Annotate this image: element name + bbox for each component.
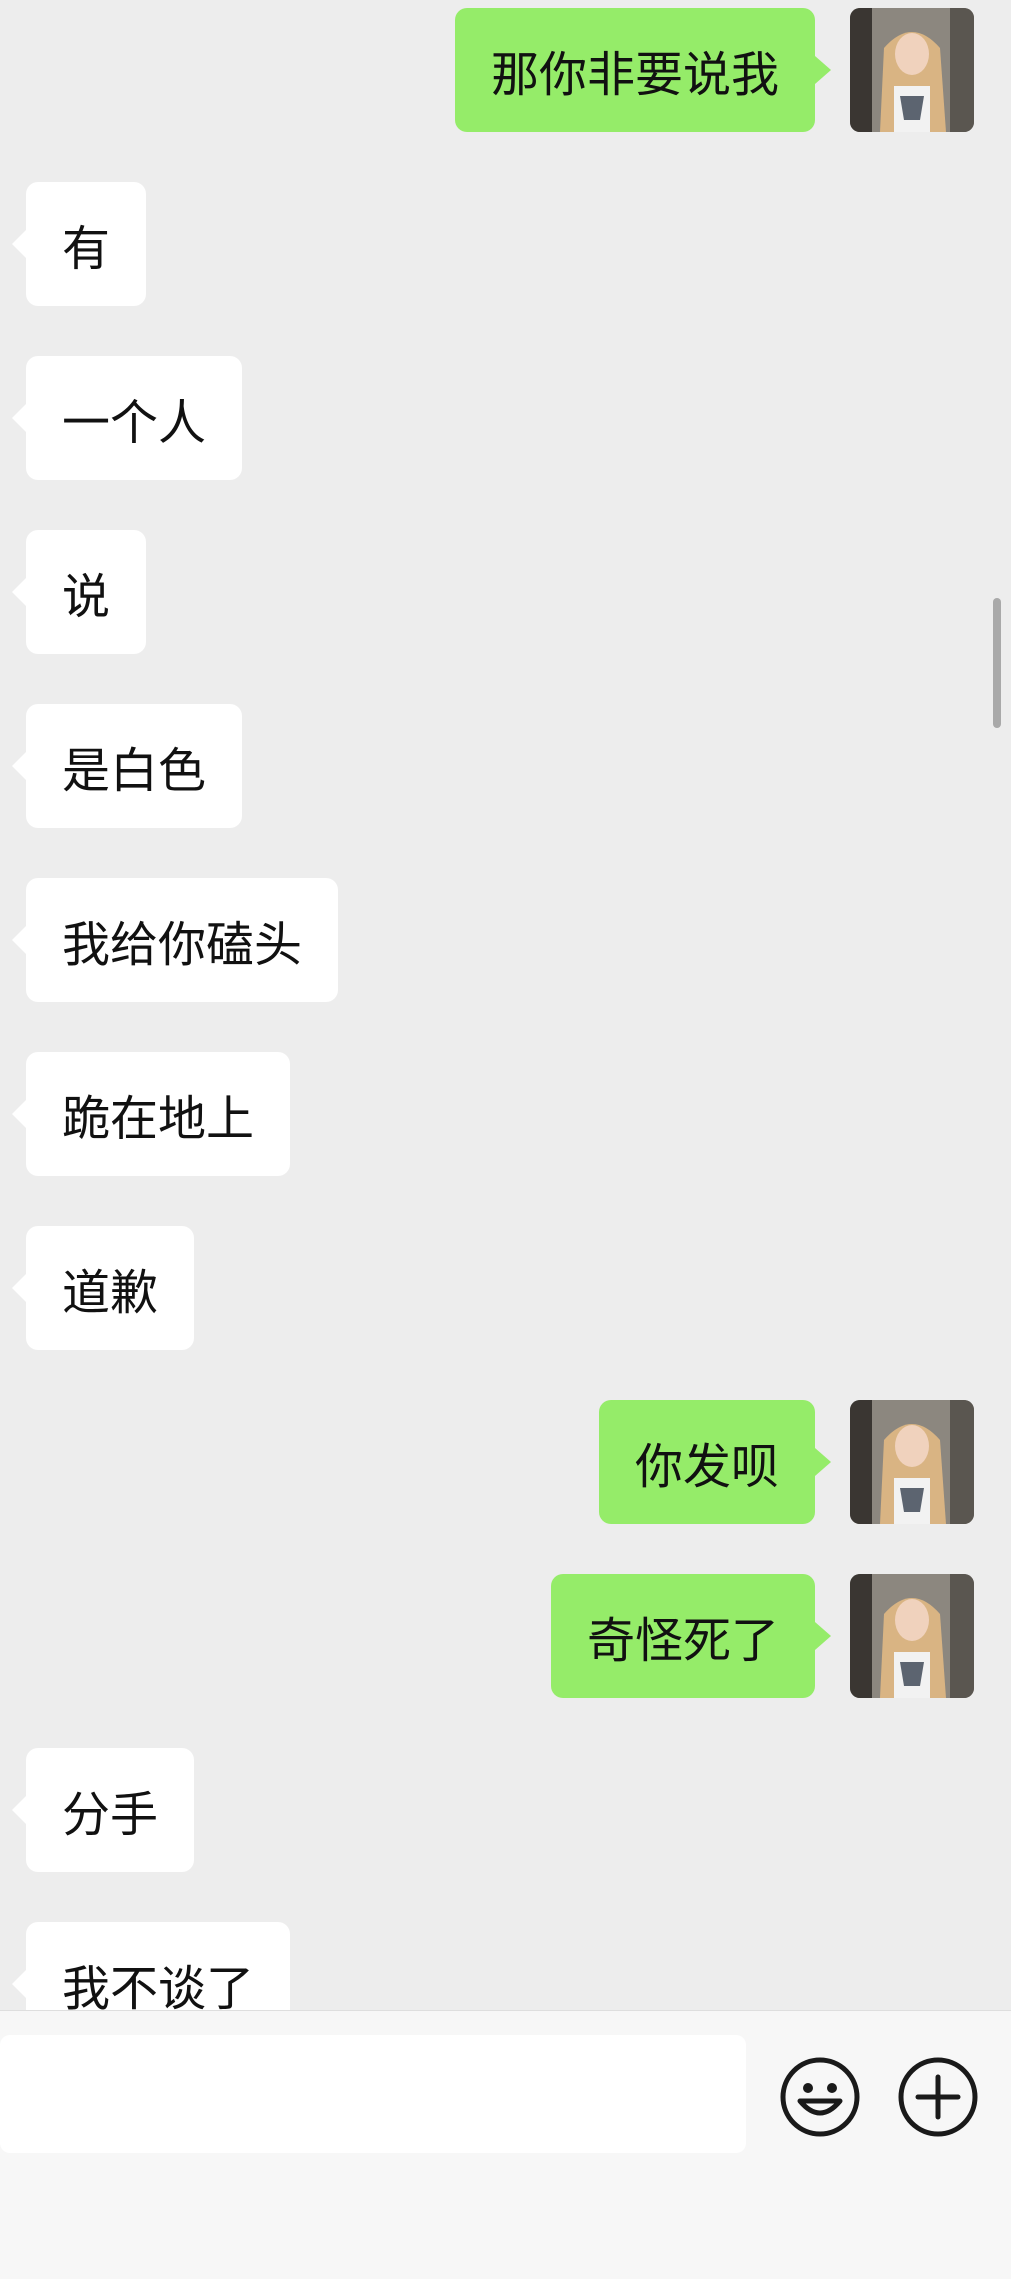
outgoing-message-bubble[interactable]: 你发呗: [598, 1400, 832, 1524]
incoming-message-bubble[interactable]: 我给你磕头: [11, 878, 339, 1002]
incoming-message-bubble[interactable]: 我不谈了: [11, 1922, 291, 2010]
incoming-message-bubble[interactable]: 分手: [11, 1748, 195, 1872]
message-text: 说: [62, 569, 111, 625]
message-text: 我给你磕头: [62, 917, 303, 973]
incoming-message-bubble[interactable]: 是白色: [11, 704, 243, 828]
incoming-message-bubble[interactable]: 说: [11, 530, 147, 654]
emoji-button[interactable]: [778, 2055, 862, 2139]
my-avatar[interactable]: [850, 1574, 974, 1698]
outgoing-message-bubble[interactable]: 那你非要说我: [454, 8, 832, 132]
incoming-message-bubble[interactable]: 有: [11, 182, 147, 306]
message-text: 跪在地上: [62, 1091, 255, 1147]
message-text: 你发呗: [634, 1439, 779, 1495]
more-button[interactable]: [896, 2055, 980, 2139]
incoming-message-bubble[interactable]: 道歉: [11, 1226, 195, 1350]
outgoing-message-bubble[interactable]: 奇怪死了: [550, 1574, 832, 1698]
avatar-image: [850, 1574, 974, 1698]
message-text: 道歉: [62, 1265, 159, 1321]
message-input-bar: [0, 2010, 1011, 2279]
incoming-message-bubble[interactable]: 一个人: [11, 356, 243, 480]
message-text: 有: [62, 221, 111, 277]
avatar-image: [850, 8, 974, 132]
incoming-message-bubble[interactable]: 跪在地上: [11, 1052, 291, 1176]
message-text: 是白色: [62, 743, 207, 799]
message-text: 分手: [62, 1787, 159, 1843]
avatar-image: [850, 1400, 974, 1524]
message-text: 我不谈了: [62, 1961, 255, 2010]
plus-icon: [898, 2057, 978, 2137]
message-text: 一个人: [62, 395, 207, 451]
scrollbar-thumb[interactable]: [993, 598, 1001, 728]
message-text: 那你非要说我: [490, 47, 779, 103]
message-text: 奇怪死了: [586, 1613, 779, 1669]
message-input[interactable]: [0, 2035, 746, 2153]
emoji-icon: [780, 2057, 860, 2137]
my-avatar[interactable]: [850, 1400, 974, 1524]
my-avatar[interactable]: [850, 8, 974, 132]
chat-message-list[interactable]: 那你非要说我 有 一个人 说 是白色 我给你磕头 跪在地上 道歉 你发呗 奇怪死…: [0, 0, 1011, 2010]
